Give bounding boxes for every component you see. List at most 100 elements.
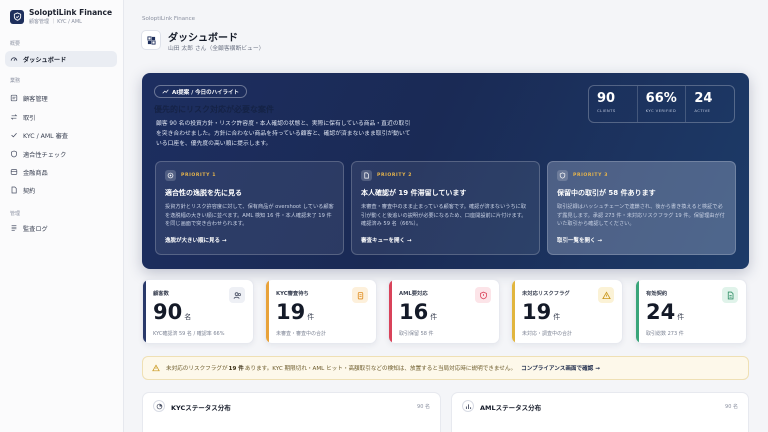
stat-label: 有効契約 bbox=[646, 291, 668, 297]
panel-title: KYCステータス分布 bbox=[171, 404, 231, 412]
clipboard-icon bbox=[352, 287, 368, 303]
panel-title: AMLステータス分布 bbox=[480, 404, 542, 412]
priority-link[interactable]: 取引一覧を開く → bbox=[557, 236, 602, 244]
priority-body: 投資方針とリスク許容度に対して、保有商品が overshoot している顧客を逸… bbox=[165, 204, 334, 227]
target-icon bbox=[165, 170, 176, 181]
document-icon bbox=[11, 186, 17, 194]
page-title: ダッシュボード bbox=[168, 33, 238, 44]
stat-label: 顧客数 bbox=[153, 291, 169, 297]
kpi-value: 24 bbox=[694, 91, 713, 106]
shield-icon bbox=[557, 170, 568, 181]
priority-body: 未審査・審査中のまま止まっている顧客です。確認が済まないうちに取引が動くと後追い… bbox=[361, 204, 527, 227]
sidebar-item-suitability[interactable]: 適合性チェック bbox=[5, 146, 117, 162]
bar-chart-icon bbox=[462, 400, 474, 412]
priority-title: 適合性の逸脱を先に見る bbox=[165, 189, 242, 197]
sidebar-item-customers[interactable]: 顧客管理 bbox=[5, 90, 117, 106]
alert-text-before: 未対応のリスクフラグが bbox=[166, 366, 228, 372]
stat-value: 19 件 bbox=[276, 300, 315, 324]
ai-highlight-pill: AI提案 / 今日のハイライト bbox=[154, 85, 248, 98]
users-icon bbox=[10, 94, 18, 102]
stat-card-kyc-pending[interactable]: KYC審査待ち 19 件 未審査・審査中の合計 bbox=[265, 279, 377, 344]
risk-flag-alert: 未対応のリスクフラグが 19 件 あります。KYC 期限切れ・AML ヒット・高… bbox=[142, 356, 749, 380]
sidebar-item-label: 顧客管理 bbox=[23, 95, 48, 103]
priority-title: 保留中の取引が 58 件あります bbox=[557, 189, 656, 197]
exchange-icon bbox=[10, 114, 18, 120]
log-icon bbox=[11, 225, 17, 231]
sidebar-item-label: 金融商品 bbox=[23, 169, 48, 177]
panel-count: 90 名 bbox=[725, 404, 738, 410]
page-subtitle: 山田 太郎 さん（全顧客横断ビュー） bbox=[168, 46, 265, 52]
stat-card-risk-flags[interactable]: 未対応リスクフラグ 19 件 未対応・調査中の合計 bbox=[511, 279, 623, 344]
priority-card-2[interactable]: PRIORITY 2 本人確認が 19 件滞留しています 未審査・審査中のまま止… bbox=[351, 161, 540, 255]
kpi-summary: 90 CLIENTS 66% KYC VERIFIED 24 ACTIVE bbox=[588, 85, 735, 123]
section-label-overview: 概要 bbox=[10, 41, 21, 47]
stat-subtext: 取引総数 273 件 bbox=[646, 331, 684, 337]
sidebar-item-contracts[interactable]: 契約 bbox=[5, 182, 117, 198]
stat-subtext: KYC確認済 59 名 / 確認率 66% bbox=[153, 331, 225, 337]
kpi-active: 24 ACTIVE bbox=[686, 86, 734, 122]
ai-highlight-panel: AI提案 / 今日のハイライト 優先的にリスク対応が必要な案件 顧客 90 名の… bbox=[142, 73, 749, 269]
document-icon bbox=[361, 170, 372, 181]
stat-value: 19 件 bbox=[522, 300, 561, 324]
priority-label: PRIORITY 2 bbox=[377, 173, 413, 178]
stat-subtext: 未対応・調査中の合計 bbox=[522, 331, 573, 337]
section-label-admin: 管理 bbox=[10, 211, 21, 217]
priority-card-3[interactable]: PRIORITY 3 保留中の取引が 58 件あります 取引記録はハッシュチェー… bbox=[547, 161, 736, 255]
brand-subtitle: 顧客管理 ｜ KYC / AML bbox=[29, 19, 82, 25]
alert-count: 19 件 bbox=[228, 366, 244, 372]
shield-alert-icon bbox=[475, 287, 491, 303]
sidebar-item-label: 取引 bbox=[23, 114, 36, 122]
sidebar-item-transactions[interactable]: 取引 bbox=[5, 109, 117, 125]
priority-title: 本人確認が 19 件滞留しています bbox=[361, 189, 467, 197]
stat-card-clients[interactable]: 顧客数 90 名 KYC確認済 59 名 / 確認率 66% bbox=[142, 279, 254, 344]
stat-card-aml[interactable]: AML要対応 16 件 取引保留 58 件 bbox=[388, 279, 500, 344]
stat-value: 90 名 bbox=[153, 300, 192, 324]
dashboard-grid-icon bbox=[141, 30, 161, 50]
users-icon bbox=[229, 287, 245, 303]
stat-subtext: 未審査・審査中の合計 bbox=[276, 331, 327, 337]
brand-logo-icon bbox=[10, 9, 24, 24]
warning-icon bbox=[152, 364, 160, 372]
pie-chart-icon bbox=[153, 400, 165, 412]
kpi-kyc-verified: 66% KYC VERIFIED bbox=[638, 86, 687, 122]
priority-label: PRIORITY 3 bbox=[573, 173, 609, 178]
kpi-label: ACTIVE bbox=[694, 108, 711, 113]
stat-card-contracts[interactable]: 有効契約 24 件 取引総数 273 件 bbox=[635, 279, 747, 344]
contract-icon bbox=[722, 287, 738, 303]
hero-heading: 優先的にリスク対応が必要な案件 bbox=[154, 105, 274, 114]
kpi-value: 90 bbox=[597, 91, 616, 106]
sidebar-item-kyc-aml[interactable]: KYC / AML 審査 bbox=[5, 127, 117, 143]
sidebar-item-label: KYC / AML 審査 bbox=[23, 132, 68, 140]
kpi-label: CLIENTS bbox=[597, 108, 616, 113]
trend-icon bbox=[162, 89, 169, 94]
sidebar-item-dashboard[interactable]: ダッシュボード bbox=[5, 51, 117, 67]
stat-value: 24 件 bbox=[646, 300, 685, 324]
sidebar-item-label: 適合性チェック bbox=[23, 151, 67, 159]
sidebar-item-label: 監査ログ bbox=[23, 225, 48, 233]
stat-label: AML要対応 bbox=[399, 291, 428, 297]
product-icon bbox=[10, 169, 18, 175]
priority-body: 取引記録はハッシュチェーンで連鎖され、後から書き換えると検証で必ず露見します。承… bbox=[557, 204, 725, 227]
priority-card-1[interactable]: PRIORITY 1 適合性の逸脱を先に見る 投資方針とリスク許容度に対して、保… bbox=[155, 161, 344, 255]
sidebar-item-products[interactable]: 金融商品 bbox=[5, 164, 117, 180]
kyc-status-panel: KYCステータス分布 90 名 bbox=[142, 392, 441, 432]
sidebar-item-label: 契約 bbox=[23, 187, 36, 195]
check-icon bbox=[11, 132, 17, 138]
priority-label: PRIORITY 1 bbox=[181, 173, 217, 178]
sidebar: SoloptiLink Finance 顧客管理 ｜ KYC / AML 概要 … bbox=[0, 0, 124, 432]
dashboard-icon bbox=[10, 57, 18, 61]
section-label-business: 業務 bbox=[10, 78, 21, 84]
warning-icon bbox=[598, 287, 614, 303]
priority-link[interactable]: 審査キューを開く → bbox=[361, 236, 412, 244]
ai-highlight-label: AI提案 / 今日のハイライト bbox=[172, 89, 240, 96]
sidebar-item-audit-log[interactable]: 監査ログ bbox=[5, 220, 117, 236]
brand[interactable]: SoloptiLink Finance 顧客管理 ｜ KYC / AML bbox=[10, 8, 112, 25]
aml-status-panel: AMLステータス分布 90 名 bbox=[451, 392, 749, 432]
priority-link[interactable]: 逸脱が大きい順に見る → bbox=[165, 236, 227, 244]
kpi-value: 66% bbox=[645, 91, 677, 106]
sidebar-item-label: ダッシュボード bbox=[23, 56, 67, 64]
breadcrumb[interactable]: SoloptiLink Finance bbox=[142, 16, 195, 22]
compliance-link[interactable]: コンプライアンス画面で確認 → bbox=[521, 364, 600, 372]
brand-name: SoloptiLink Finance bbox=[29, 8, 113, 17]
stat-value: 16 件 bbox=[399, 300, 438, 324]
